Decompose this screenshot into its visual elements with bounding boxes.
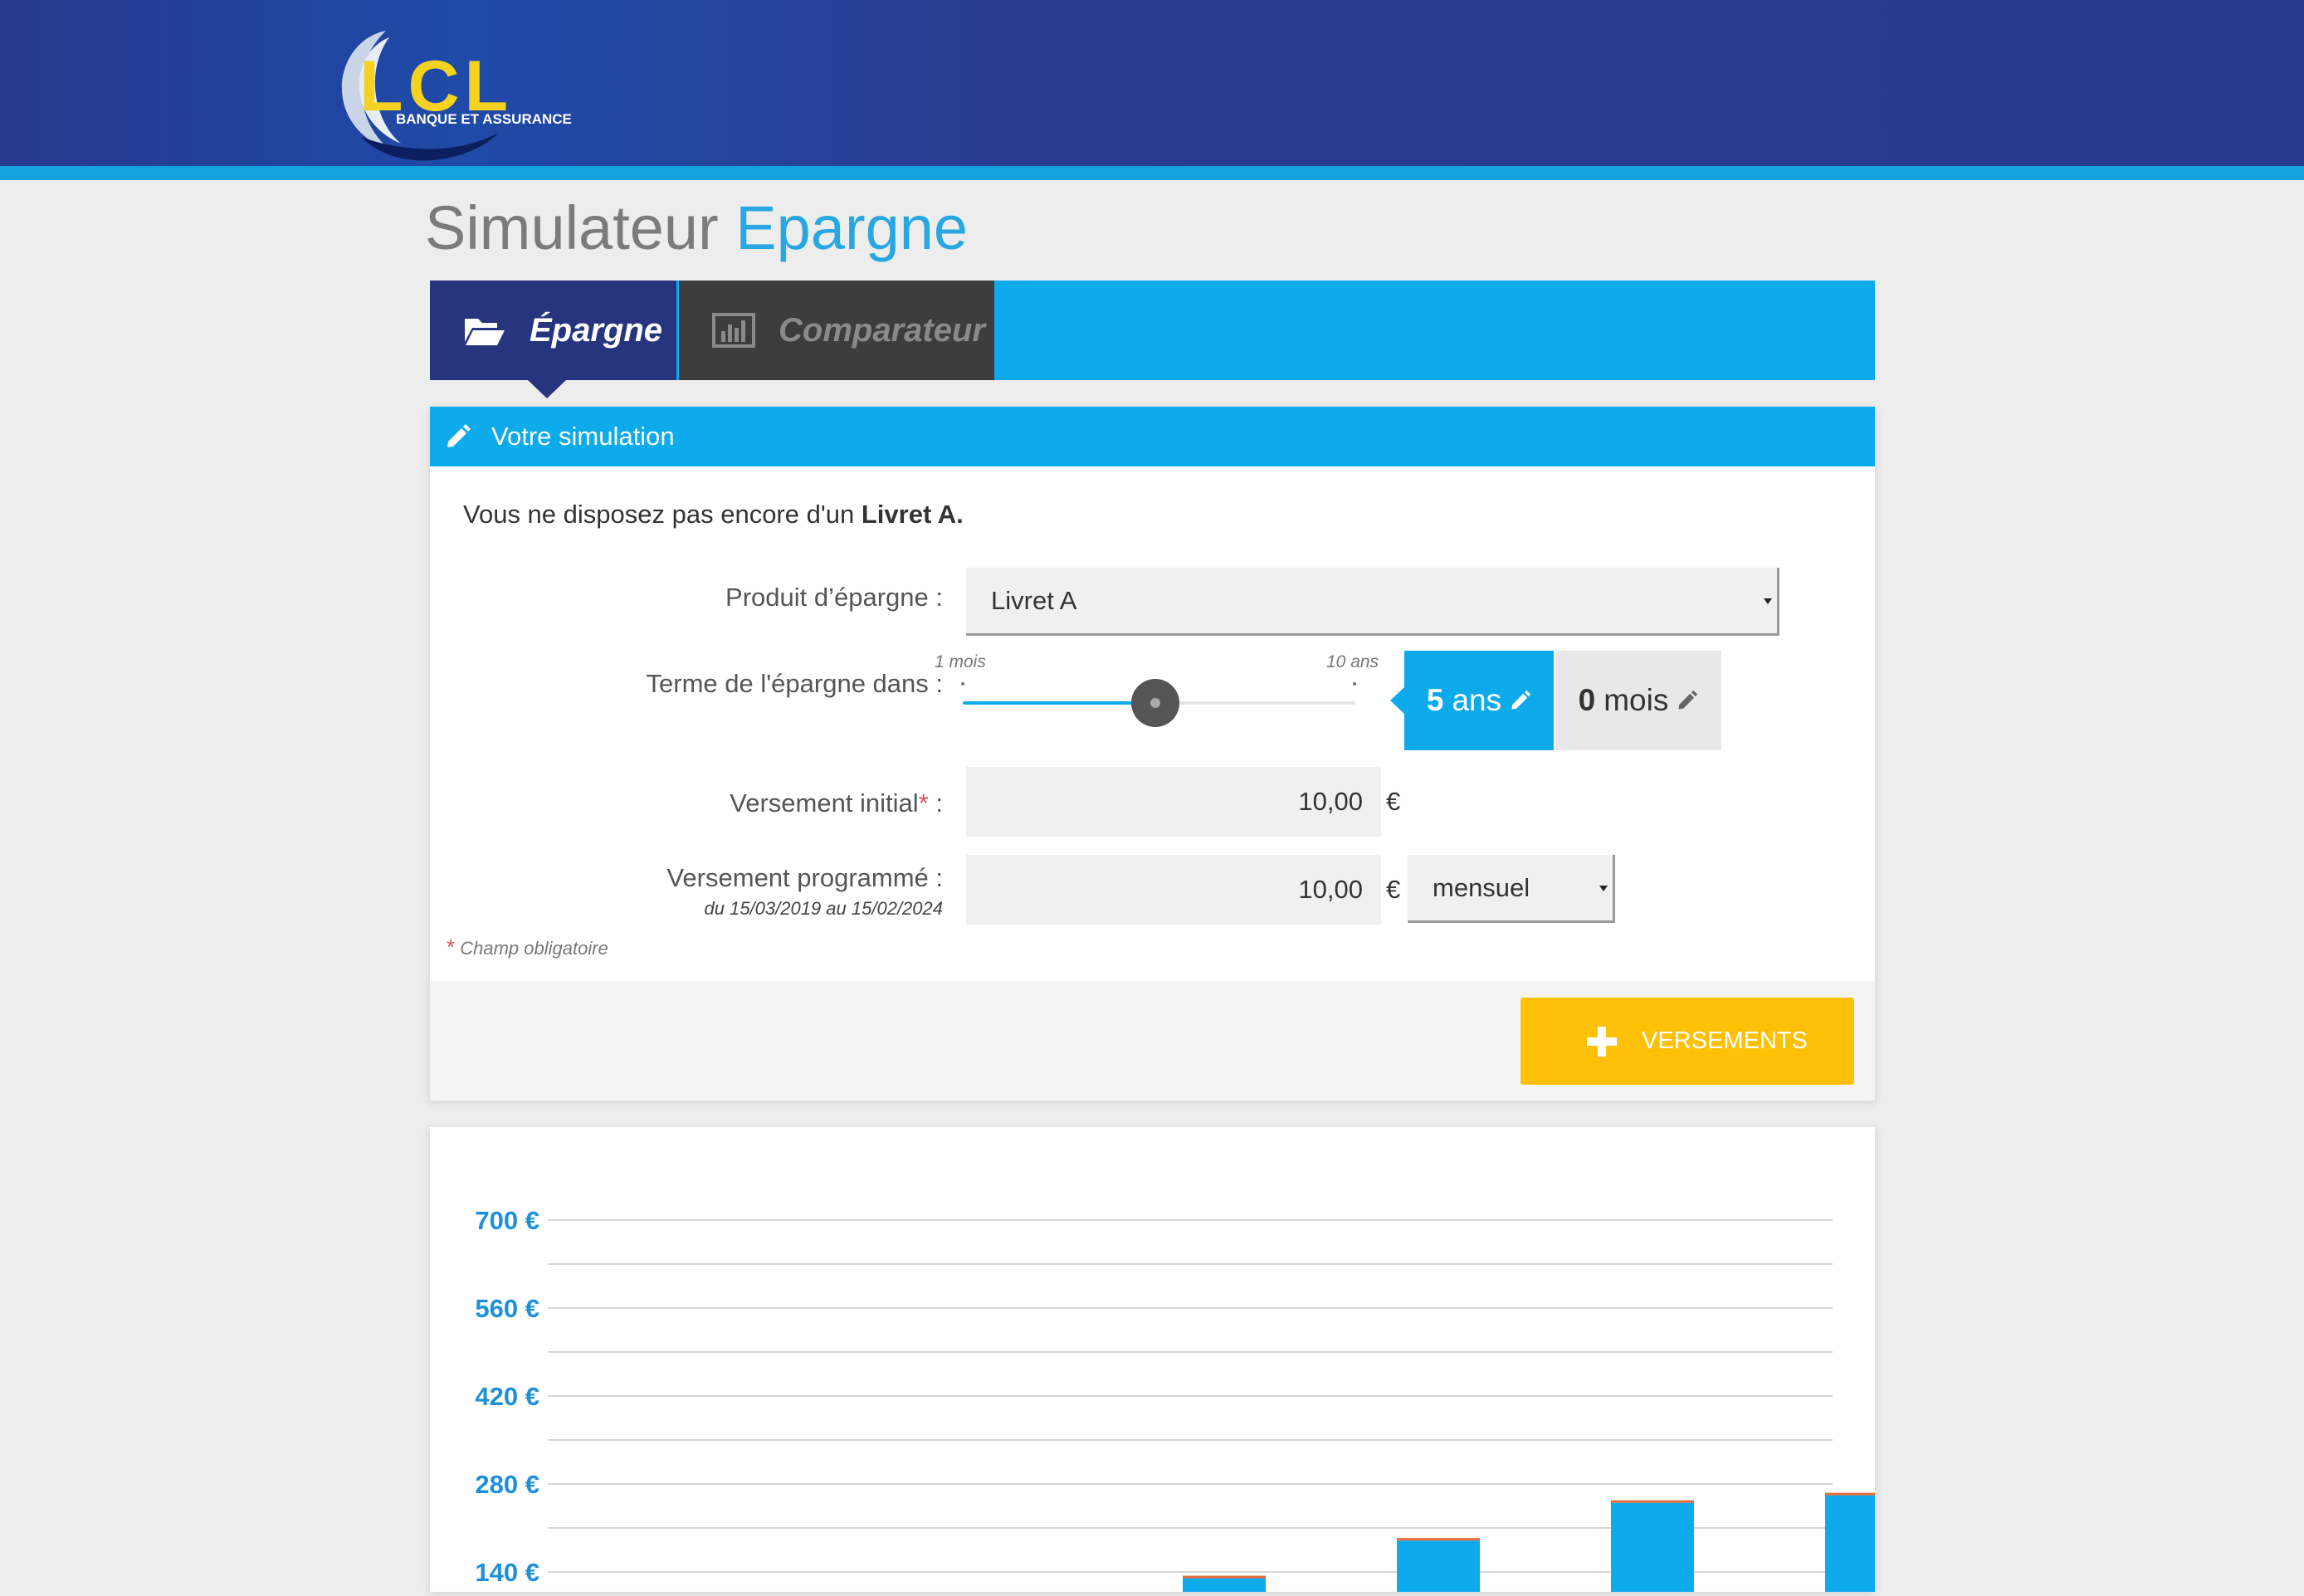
add-versements-button[interactable]: VERSEMENTS [1521,998,1854,1085]
add-versements-label: VERSEMENTS [1642,1027,1808,1054]
tab-bar: Épargne Comparateur [430,281,1875,398]
months-unit: mois [1604,683,1669,717]
scheduled-deposit-currency: € [1386,875,1401,904]
edit-months-icon [1678,690,1698,710]
chart-y-tick-label: 700 € [475,1206,539,1235]
bar-chart-icon [712,313,755,348]
months-value: 0 [1578,683,1596,717]
initial-deposit-input[interactable]: 10,00 [966,767,1381,837]
product-select-value: Livret A [991,585,1077,615]
years-unit: ans [1452,683,1502,717]
page-title-accent: Epargne [735,193,969,262]
page-title-main: Simulateur [425,193,719,262]
chart-y-tick-label: 560 € [475,1294,539,1323]
chart-bar-interest[interactable] [1397,1538,1480,1541]
scheduled-deposit-input[interactable]: 10,00 [966,855,1381,925]
page-title: Simulateur Epargne [425,193,968,263]
svg-text:BANQUE ET ASSURANCE: BANQUE ET ASSURANCE [396,111,572,127]
scheduled-period-note: du 15/03/2019 au 15/02/2024 [704,898,944,919]
tab-comparateur-label: Comparateur [779,311,985,349]
edit-years-icon [1511,690,1531,710]
slider-min-label: 1 mois [935,652,986,671]
simulation-card-header: Votre simulation [430,407,1875,466]
tab-comparateur[interactable]: Comparateur [679,281,994,380]
required-note-text: Champ obligatoire [460,938,608,959]
savings-chart: 700 € 560 € 420 € 280 € 140 € [475,1206,1908,1596]
required-star: * [918,788,929,818]
lcl-logo-graphic: LCL BANQUE ET ASSURANCE [341,31,572,161]
intro-message: Vous ne disposez pas encore d'un Livret … [463,500,964,530]
chevron-down-icon [1599,885,1608,891]
product-label: Produit d’épargne : [725,583,943,612]
chart-y-tick-label: 280 € [475,1470,539,1499]
slider-max-label: 10 ans [1326,652,1379,671]
chevron-down-icon [1764,598,1772,604]
frequency-select-value: mensuel [1433,872,1530,902]
chart-y-tick-label: 140 € [475,1558,539,1587]
slider-min-tick [961,682,964,686]
lcl-logo[interactable]: LCL BANQUE ET ASSURANCE [328,12,593,170]
months-editor[interactable]: 0 mois [1555,651,1721,750]
pencil-icon [447,424,471,447]
folder-open-icon [465,319,505,345]
slider-max-tick [1353,682,1356,686]
active-tab-caret [528,380,566,398]
tab-epargne-label: Épargne [530,311,663,349]
initial-deposit-label-suffix: : [928,788,943,818]
chart-bar-principal[interactable] [1397,1540,1480,1596]
initial-deposit-label-text: Versement initial [730,788,919,818]
years-value: 5 [1426,683,1444,717]
plus-icon [1587,1026,1617,1057]
chart-bar-principal[interactable] [1183,1578,1266,1596]
simulation-card: Votre simulation Vous ne disposez pas en… [430,407,1875,1101]
chart-bar-principal[interactable] [1825,1495,1908,1596]
product-select[interactable]: Livret A [966,568,1779,636]
required-field-note: * Champ obligatoire [447,935,608,960]
chart-y-tick-label: 420 € [475,1382,539,1411]
chart-bar-interest[interactable] [1825,1492,1908,1496]
initial-deposit-currency: € [1386,787,1401,816]
frequency-select[interactable]: mensuel [1408,855,1615,923]
intro-product: Livret A. [861,500,964,529]
term-slider-handle[interactable] [1130,679,1179,727]
intro-text: Vous ne disposez pas encore d'un [463,500,862,529]
years-editor[interactable]: 5 ans [1390,651,1554,750]
required-star: * [447,935,456,959]
simulation-card-title: Votre simulation [491,422,675,451]
initial-deposit-label: Versement initial* : [730,788,943,818]
chart-bar-interest[interactable] [1611,1500,1694,1503]
chart-bar-principal[interactable] [1611,1502,1694,1596]
term-slider-fill [963,701,1155,705]
term-label: Terme de l'épargne dans : [646,669,943,698]
savings-chart-card: 700 € 560 € 420 € 280 € 140 € [430,1127,1908,1596]
tab-epargne[interactable]: Épargne [430,281,676,380]
chart-bar-interest[interactable] [1183,1575,1266,1579]
scheduled-deposit-label: Versement programmé : [666,863,943,892]
